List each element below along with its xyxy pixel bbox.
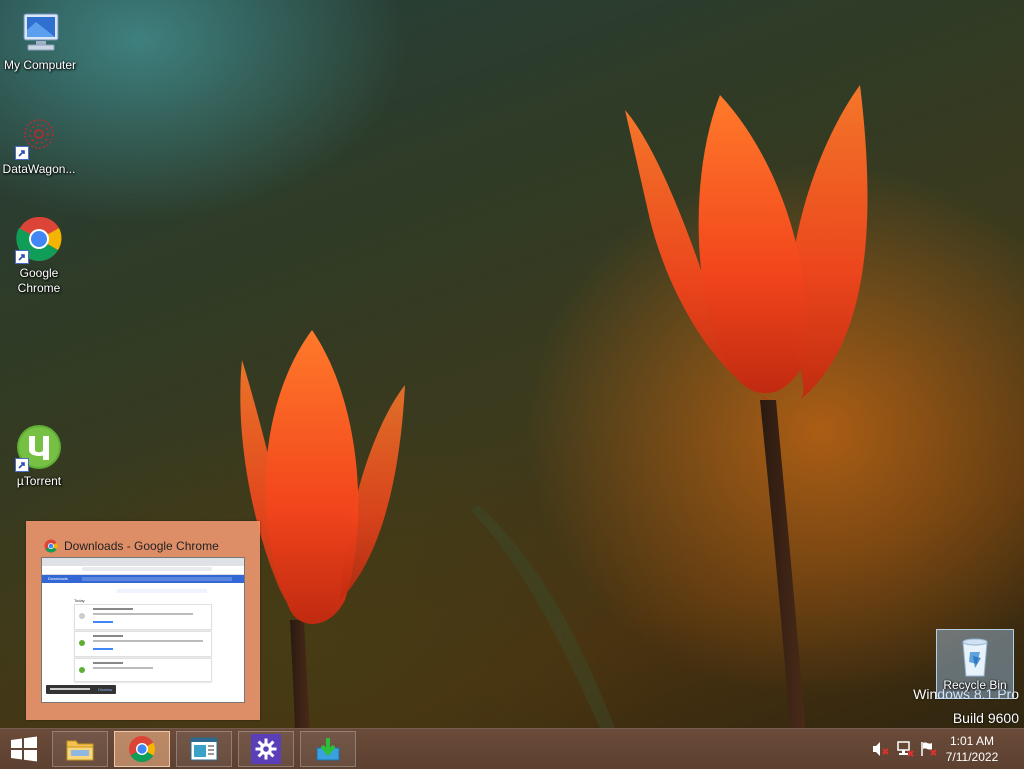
desktop-icon-label: µTorrent [16,474,62,488]
thumb-download-item [74,658,212,682]
clock-date: 7/11/2022 [945,750,999,764]
desktop-icon-utorrent[interactable]: µTorrent [0,424,79,489]
thumb-toast-label: Dismiss [98,687,112,692]
desktop-icon-recycle-bin[interactable]: Recycle Bin [936,629,1014,699]
taskbar-button-google-chrome[interactable] [114,731,170,767]
desktop-icon-my-computer[interactable]: My Computer [0,8,80,73]
taskbar-clock[interactable]: 1:01 AM 7/11/2022 [942,733,1002,765]
taskbar-button-app-window[interactable] [176,731,232,767]
chrome-icon [44,539,58,553]
speaker-muted-icon[interactable] [872,741,890,757]
desktop-icon-datawagon[interactable]: DataWagon... [0,112,79,177]
recycle-bin-icon [955,634,995,678]
shortcut-arrow-icon [15,458,29,472]
utorrent-icon [15,424,63,472]
desktop-icon-label: DataWagon... [2,162,76,176]
desktop-icon-label: Google Chrome [17,266,61,295]
taskbar-thumbnail-preview[interactable]: Downloads - Google Chrome Downloads Toda… [26,521,260,720]
windows-build-watermark: Build 9600 [952,710,1019,726]
recycle-bin-label: Recycle Bin [943,678,1007,692]
start-button[interactable] [0,729,48,769]
thumb-section-label: Today [74,598,85,603]
thumb-download-item [74,631,212,657]
datawagon-icon [15,112,63,160]
chrome-downloads-thumbnail[interactable]: Downloads Today Dismiss [41,557,245,703]
taskbar: 1:01 AM 7/11/2022 [0,728,1024,769]
thumb-downloads-header: Downloads [42,575,244,583]
thumb-toast: Dismiss [46,685,116,694]
folder-icon [66,740,94,761]
thumb-header-label: Downloads [48,576,68,581]
gear-icon [255,738,277,760]
chrome-icon [129,736,156,763]
clock-time: 1:01 AM [949,734,995,748]
desktop-icon-google-chrome[interactable]: Google Chrome [0,216,79,296]
shortcut-arrow-icon [15,250,29,264]
computer-icon [16,8,64,56]
download-arrow-icon [316,738,340,761]
window-icon [190,737,218,761]
shortcut-arrow-icon [15,146,29,160]
taskbar-button-installer[interactable] [300,731,356,767]
thumb-tabstrip [42,558,244,566]
action-center-flag-icon[interactable] [920,741,938,757]
desktop-icon-label: My Computer [3,58,77,72]
chrome-icon [15,216,63,264]
system-tray [872,729,938,769]
taskbar-button-settings[interactable] [238,731,294,767]
preview-title: Downloads - Google Chrome [64,539,219,553]
thumb-toolbar [42,567,244,575]
thumb-download-item [74,604,212,630]
windows-logo-icon [11,736,37,762]
taskbar-button-file-explorer[interactable] [52,731,108,767]
network-icon[interactable] [896,741,914,757]
preview-title-bar: Downloads - Google Chrome [44,539,219,553]
